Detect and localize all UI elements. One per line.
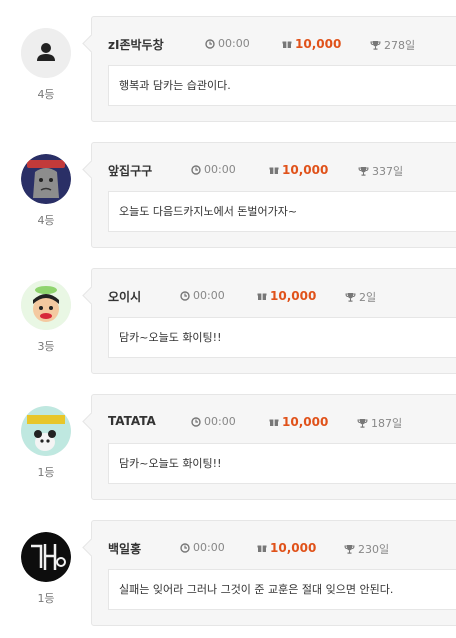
days-value: 230일 xyxy=(358,543,390,556)
gift-icon xyxy=(269,167,279,174)
comment-card: 백일홍 00:00 10,000 230일 실패는 잊어라 그러나 그것이 준 … xyxy=(91,520,456,626)
points-meta: 10,000 xyxy=(269,415,328,429)
points-value: 10,000 xyxy=(270,289,317,303)
trophy-icon xyxy=(370,41,381,50)
points-value: 10,000 xyxy=(282,415,329,429)
rank-label: 3등 xyxy=(37,340,55,353)
username[interactable]: zI존박두창 xyxy=(108,36,164,53)
avatar[interactable] xyxy=(21,406,71,456)
clock-icon xyxy=(205,38,215,49)
clock-icon xyxy=(180,290,190,301)
time-value: 00:00 xyxy=(218,37,250,50)
points-value: 10,000 xyxy=(270,541,317,555)
points-meta: 10,000 xyxy=(257,541,316,555)
days-meta: 337일 xyxy=(358,163,403,179)
clock-icon xyxy=(180,542,190,553)
comment-message: 오늘도 다음드카지노에서 돈벌어가자~ xyxy=(108,191,456,232)
rank-label: 4등 xyxy=(37,88,55,101)
trophy-icon xyxy=(344,545,355,554)
username[interactable]: 백일홍 xyxy=(108,540,141,557)
time-meta: 00:00 xyxy=(205,37,250,50)
cartoon-avatar-icon xyxy=(21,280,71,330)
comment-card: zI존박두창 00:00 10,000 278일 행복과 담카는 습관이다. xyxy=(91,16,456,122)
rank-label: 1등 xyxy=(37,466,55,479)
comment-card: TATATA 00:00 10,000 187일 담카~오늘도 화이팅!! xyxy=(91,394,456,500)
gift-icon xyxy=(282,41,292,48)
avatar[interactable] xyxy=(21,28,71,78)
comment-message: 담카~오늘도 화이팅!! xyxy=(108,317,456,358)
time-value: 00:00 xyxy=(204,163,236,176)
avatar[interactable] xyxy=(21,154,71,204)
gift-icon xyxy=(257,545,267,552)
time-meta: 00:00 xyxy=(180,289,225,302)
trophy-icon xyxy=(358,167,369,176)
comment-message: 실패는 잊어라 그러나 그것이 준 교훈은 절대 잊으면 안된다. xyxy=(108,569,456,610)
days-meta: 2일 xyxy=(345,289,376,305)
days-value: 278일 xyxy=(384,39,416,52)
avatar[interactable] xyxy=(21,532,71,582)
time-meta: 00:00 xyxy=(180,541,225,554)
time-meta: 00:00 xyxy=(191,415,236,428)
neon-sign-avatar-icon xyxy=(21,532,71,582)
username[interactable]: 앞집구구 xyxy=(108,162,152,179)
days-value: 2일 xyxy=(359,291,377,304)
cartoon-avatar-icon xyxy=(21,154,71,204)
points-value: 10,000 xyxy=(282,163,329,177)
comment-item: 4등 zI존박두창 00:00 10,000 278일 행복과 담카는 습관이다… xyxy=(0,16,456,134)
comment-item: 4등 앞집구구 00:00 10,000 337일 오늘도 다음드카지노에서 돈… xyxy=(0,142,456,260)
comment-message: 행복과 담카는 습관이다. xyxy=(108,65,456,106)
person-icon xyxy=(21,28,71,78)
points-value: 10,000 xyxy=(295,37,342,51)
trophy-icon xyxy=(345,293,356,302)
time-meta: 00:00 xyxy=(191,163,236,176)
username[interactable]: 오이시 xyxy=(108,288,141,305)
time-value: 00:00 xyxy=(193,541,225,554)
days-meta: 278일 xyxy=(370,37,415,53)
time-value: 00:00 xyxy=(193,289,225,302)
clock-icon xyxy=(191,164,201,175)
points-meta: 10,000 xyxy=(269,163,328,177)
comment-card: 앞집구구 00:00 10,000 337일 오늘도 다음드카지노에서 돈벌어가… xyxy=(91,142,456,248)
avatar[interactable] xyxy=(21,280,71,330)
days-value: 337일 xyxy=(372,165,404,178)
comment-card: 오이시 00:00 10,000 2일 담카~오늘도 화이팅!! xyxy=(91,268,456,374)
points-meta: 10,000 xyxy=(282,37,341,51)
rank-label: 1등 xyxy=(37,592,55,605)
comment-message: 담카~오늘도 화이팅!! xyxy=(108,443,456,484)
time-value: 00:00 xyxy=(204,415,236,428)
gift-icon xyxy=(269,419,279,426)
days-meta: 187일 xyxy=(357,415,402,431)
rank-label: 4등 xyxy=(37,214,55,227)
gift-icon xyxy=(257,293,267,300)
trophy-icon xyxy=(357,419,368,428)
comment-item: 1등 백일홍 00:00 10,000 230일 실패는 잊어라 그러나 그것이… xyxy=(0,520,456,638)
cartoon-avatar-icon xyxy=(21,406,71,456)
days-value: 187일 xyxy=(371,417,403,430)
username[interactable]: TATATA xyxy=(108,414,156,428)
days-meta: 230일 xyxy=(344,541,389,557)
clock-icon xyxy=(191,416,201,427)
comment-item: 1등 TATATA 00:00 10,000 187일 담카~오늘도 화이팅!! xyxy=(0,394,456,512)
comment-item: 3등 오이시 00:00 10,000 2일 담카~오늘도 화이팅!! xyxy=(0,268,456,386)
points-meta: 10,000 xyxy=(257,289,316,303)
